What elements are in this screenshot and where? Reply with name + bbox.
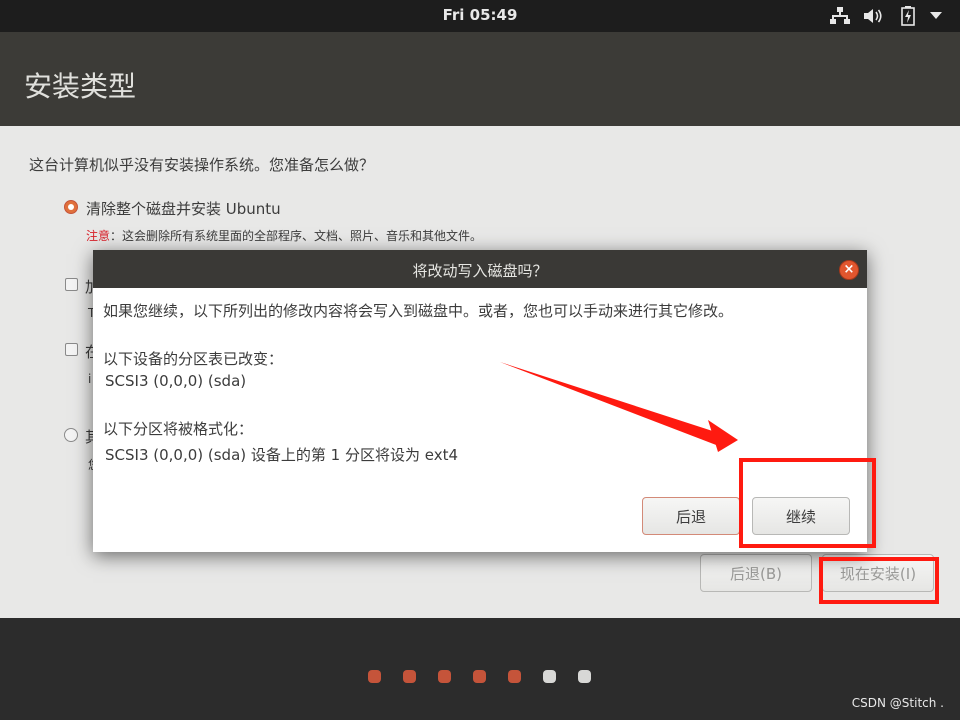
annotation-box-install [819, 557, 939, 604]
option3-checkbox[interactable] [65, 343, 78, 356]
menu-arrow-icon[interactable] [926, 6, 946, 26]
progress-dot [438, 670, 451, 683]
progress-dot [578, 670, 591, 683]
install-question: 这台计算机似乎没有安装操作系统。您准备怎么做？ [29, 156, 375, 174]
top-panel: Fri 05:49 [0, 0, 960, 32]
dialog-title: 将改动写入磁盘吗？ [412, 262, 548, 280]
note-prefix: 注意 [86, 229, 111, 243]
progress-dot [403, 670, 416, 683]
partition-table-heading: 以下设备的分区表已改变： [103, 350, 284, 368]
option2-checkbox[interactable] [65, 278, 78, 291]
installer-header: 安装类型 [0, 32, 960, 126]
erase-disk-label[interactable]: 清除整个磁盘并安装 Ubuntu [86, 198, 281, 219]
dialog-back-button[interactable]: 后退 [642, 497, 740, 535]
dialog-titlebar[interactable]: 将改动写入磁盘吗？ × [93, 250, 867, 288]
annotation-box-continue [739, 458, 876, 548]
progress-dot [508, 670, 521, 683]
something-else-radio[interactable] [64, 428, 78, 442]
bottom-panel: CSDN @Stitch . [0, 618, 960, 720]
erase-disk-radio[interactable] [64, 200, 78, 214]
watermark: CSDN @Stitch . [851, 696, 944, 710]
erase-disk-note: 注意：这会删除所有系统里面的全部程序、文档、照片、音乐和其他文件。 [86, 227, 482, 244]
close-icon[interactable]: × [839, 260, 859, 280]
progress-dot [368, 670, 381, 683]
battery-icon[interactable] [898, 6, 918, 26]
option3-sub: i [88, 372, 92, 386]
progress-dot [543, 670, 556, 683]
progress-dot [473, 670, 486, 683]
partition-table-device: SCSI3 (0,0,0) (sda) [105, 372, 247, 390]
format-heading: 以下分区将被格式化： [103, 420, 254, 438]
volume-icon[interactable] [862, 6, 886, 26]
network-icon[interactable] [828, 6, 852, 26]
format-device: SCSI3 (0,0,0) (sda) 设备上的第 1 分区将设为 ext4 [105, 446, 459, 464]
dialog-intro: 如果您继续，以下所列出的修改内容将会写入到磁盘中。或者，您也可以手动来进行其它修… [103, 302, 734, 320]
back-button[interactable]: 后退(B) [700, 554, 812, 592]
note-text: ：这会删除所有系统里面的全部程序、文档、照片、音乐和其他文件。 [110, 229, 483, 243]
page-title: 安装类型 [24, 70, 137, 103]
clock[interactable]: Fri 05:49 [0, 6, 960, 24]
